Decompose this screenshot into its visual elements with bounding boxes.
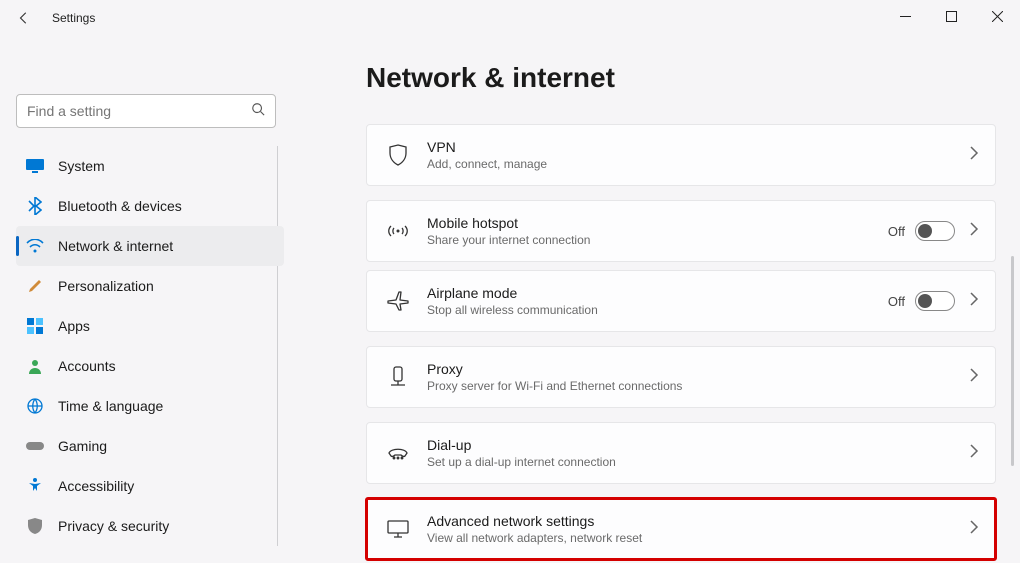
sidebar-item-gaming[interactable]: Gaming: [16, 426, 284, 466]
search-input[interactable]: [16, 94, 276, 128]
maximize-button[interactable]: [928, 0, 974, 32]
hotspot-icon: [383, 222, 413, 240]
scrollbar[interactable]: [1011, 256, 1014, 466]
shield-icon: [26, 517, 44, 535]
toggle-state: Off: [888, 294, 905, 309]
sidebar-item-privacy[interactable]: Privacy & security: [16, 506, 284, 546]
card-subtitle: View all network adapters, network reset: [427, 531, 969, 545]
bluetooth-icon: [26, 197, 44, 215]
proxy-icon: [383, 366, 413, 388]
sidebar-item-label: Privacy & security: [58, 518, 169, 534]
card-proxy[interactable]: Proxy Proxy server for Wi-Fi and Etherne…: [366, 346, 996, 408]
sidebar-item-accessibility[interactable]: Accessibility: [16, 466, 284, 506]
card-subtitle: Stop all wireless communication: [427, 303, 888, 317]
card-subtitle: Share your internet connection: [427, 233, 888, 247]
close-button[interactable]: [974, 0, 1020, 32]
shield-outline-icon: [383, 144, 413, 166]
card-subtitle: Add, connect, manage: [427, 157, 969, 171]
sidebar-item-bluetooth[interactable]: Bluetooth & devices: [16, 186, 284, 226]
card-title: Advanced network settings: [427, 513, 969, 529]
card-title: VPN: [427, 139, 969, 155]
paintbrush-icon: [26, 277, 44, 295]
sidebar-item-label: Network & internet: [58, 238, 173, 254]
back-button[interactable]: [14, 8, 34, 28]
airplane-icon: [383, 291, 413, 311]
person-icon: [26, 357, 44, 375]
hotspot-toggle[interactable]: [915, 221, 955, 241]
main-content: Network & internet VPN Add, connect, man…: [300, 36, 1020, 563]
card-dialup[interactable]: Dial-up Set up a dial-up internet connec…: [366, 422, 996, 484]
sidebar-item-label: Accessibility: [58, 478, 134, 494]
page-title: Network & internet: [366, 62, 996, 94]
card-vpn[interactable]: VPN Add, connect, manage: [366, 124, 996, 186]
card-title: Mobile hotspot: [427, 215, 888, 231]
minimize-button[interactable]: [882, 0, 928, 32]
sidebar-item-accounts[interactable]: Accounts: [16, 346, 284, 386]
chevron-right-icon: [969, 292, 979, 311]
chevron-right-icon: [969, 520, 979, 539]
sidebar-item-network[interactable]: Network & internet: [16, 226, 284, 266]
apps-icon: [26, 317, 44, 335]
sidebar-item-label: Personalization: [58, 278, 154, 294]
sidebar-item-label: Accounts: [58, 358, 116, 374]
chevron-right-icon: [969, 146, 979, 165]
chevron-right-icon: [969, 222, 979, 241]
card-title: Dial-up: [427, 437, 969, 453]
monitor-icon: [383, 520, 413, 538]
sidebar-item-label: Gaming: [58, 438, 107, 454]
sidebar-item-label: System: [58, 158, 105, 174]
toggle-state: Off: [888, 224, 905, 239]
sidebar-item-system[interactable]: System: [16, 146, 284, 186]
search-icon: [251, 102, 265, 121]
display-icon: [26, 157, 44, 175]
sidebar-item-label: Bluetooth & devices: [58, 198, 182, 214]
sidebar-item-label: Time & language: [58, 398, 163, 414]
sidebar-item-apps[interactable]: Apps: [16, 306, 284, 346]
card-title: Airplane mode: [427, 285, 888, 301]
sidebar: System Bluetooth & devices Network & int…: [0, 36, 300, 563]
sidebar-item-label: Apps: [58, 318, 90, 334]
chevron-right-icon: [969, 444, 979, 463]
phone-icon: [383, 445, 413, 461]
sidebar-item-personalization[interactable]: Personalization: [16, 266, 284, 306]
card-subtitle: Proxy server for Wi-Fi and Ethernet conn…: [427, 379, 969, 393]
accessibility-icon: [26, 477, 44, 495]
gamepad-icon: [26, 437, 44, 455]
sidebar-item-time[interactable]: Time & language: [16, 386, 284, 426]
chevron-right-icon: [969, 368, 979, 387]
window-title: Settings: [52, 11, 95, 25]
card-airplane[interactable]: Airplane mode Stop all wireless communic…: [366, 270, 996, 332]
card-hotspot[interactable]: Mobile hotspot Share your internet conne…: [366, 200, 996, 262]
card-title: Proxy: [427, 361, 969, 377]
card-subtitle: Set up a dial-up internet connection: [427, 455, 969, 469]
wifi-icon: [26, 237, 44, 255]
card-advanced-network[interactable]: Advanced network settings View all netwo…: [366, 498, 996, 560]
airplane-toggle[interactable]: [915, 291, 955, 311]
globe-icon: [26, 397, 44, 415]
search-field[interactable]: [27, 103, 251, 119]
